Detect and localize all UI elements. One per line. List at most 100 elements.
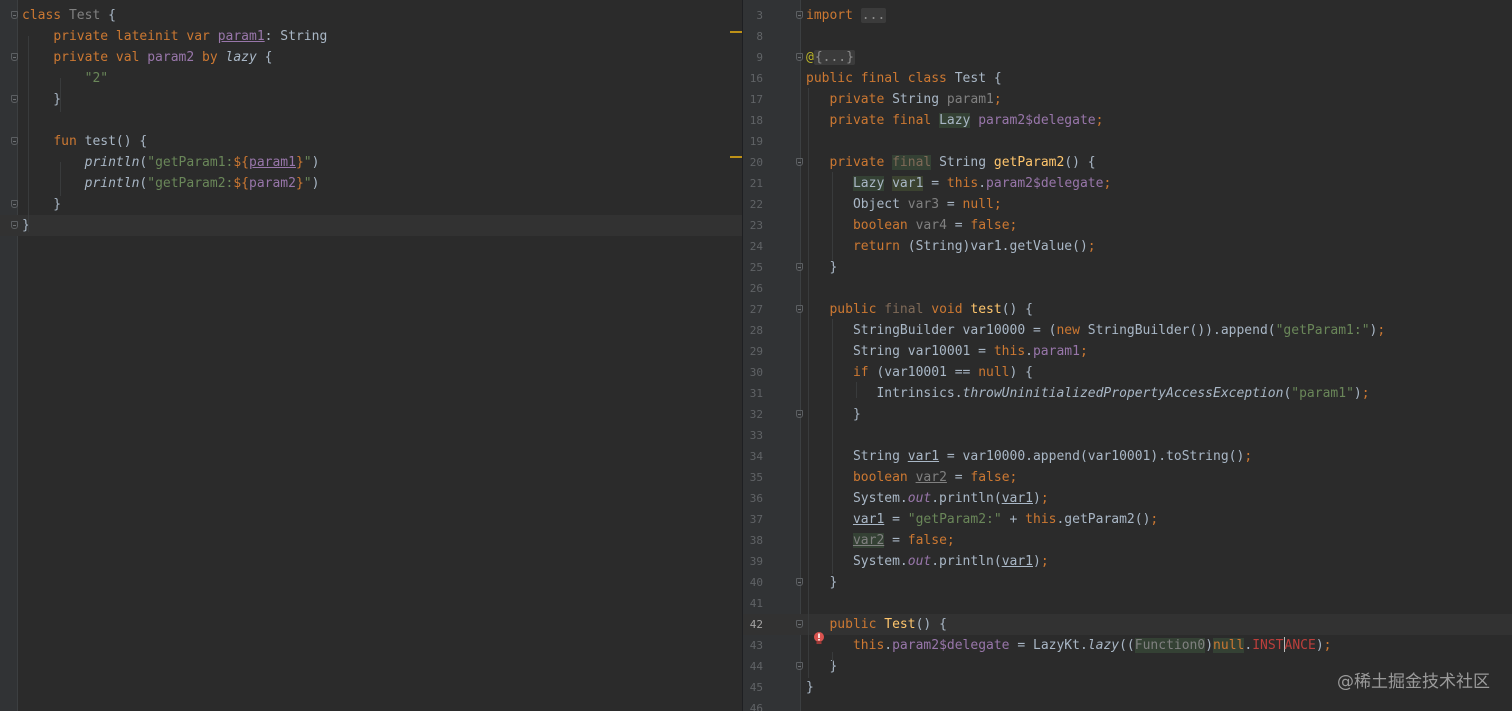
fold-toggle-icon[interactable] <box>796 263 803 271</box>
line-number[interactable]: 16 <box>743 68 763 89</box>
code-text[interactable]: Lazy var1 = this.param2$delegate; <box>806 173 1111 194</box>
code-line[interactable]: 3 import ... <box>743 5 1512 26</box>
code-line[interactable]: 31 Intrinsics.throwUninitializedProperty… <box>743 383 1512 404</box>
line-number[interactable]: 28 <box>743 320 763 341</box>
fold-toggle-icon[interactable] <box>11 11 18 19</box>
fold-toggle-icon[interactable] <box>796 620 803 628</box>
code-text[interactable]: Object var3 = null; <box>806 194 1002 215</box>
code-text[interactable]: "2" <box>22 68 108 89</box>
line-number[interactable]: 43 <box>743 635 763 656</box>
line-number[interactable]: 19 <box>743 131 763 152</box>
fold-toggle-icon[interactable] <box>796 305 803 313</box>
code-text[interactable]: } <box>806 257 837 278</box>
code-line[interactable]: "2" <box>0 68 743 89</box>
line-number[interactable]: 30 <box>743 362 763 383</box>
code-text[interactable]: System.out.println(var1); <box>806 551 1049 572</box>
line-number[interactable]: 25 <box>743 257 763 278</box>
code-text[interactable]: public Test() { <box>806 614 946 635</box>
code-line[interactable]: } <box>0 89 743 110</box>
line-number[interactable]: 22 <box>743 194 763 215</box>
line-number[interactable]: 26 <box>743 278 763 299</box>
code-text[interactable]: boolean var2 = false; <box>806 467 1017 488</box>
line-number[interactable]: 29 <box>743 341 763 362</box>
code-line[interactable]: 16 public final class Test { <box>743 68 1512 89</box>
line-number[interactable]: 21 <box>743 173 763 194</box>
kotlin-editor-pane[interactable]: class Test { private lateinit var param1… <box>0 0 743 711</box>
warning-marker[interactable] <box>730 156 742 158</box>
code-line[interactable]: 42 public Test() { <box>743 614 1512 635</box>
code-line[interactable]: 34 String var1 = var10000.append(var1000… <box>743 446 1512 467</box>
code-text[interactable]: return (String)var1.getValue(); <box>806 236 1096 257</box>
code-text[interactable]: private final String getParam2() { <box>806 152 1096 173</box>
line-number[interactable]: 18 <box>743 110 763 131</box>
code-line[interactable]: private lateinit var param1: String <box>0 26 743 47</box>
line-number[interactable]: 40 <box>743 572 763 593</box>
fold-toggle-icon[interactable] <box>796 53 803 61</box>
code-text[interactable]: fun test() { <box>22 131 147 152</box>
fold-toggle-icon[interactable] <box>796 410 803 418</box>
code-text[interactable]: Intrinsics.throwUninitializedPropertyAcc… <box>806 383 1369 404</box>
line-number[interactable]: 23 <box>743 215 763 236</box>
code-line[interactable]: 37 var1 = "getParam2:" + this.getParam2(… <box>743 509 1512 530</box>
code-text[interactable]: import ... <box>806 5 887 26</box>
code-text[interactable]: private val param2 by lazy { <box>22 47 272 68</box>
fold-toggle-icon[interactable] <box>796 158 803 166</box>
code-line[interactable]: 27 public final void test() { <box>743 299 1512 320</box>
line-number[interactable]: 24 <box>743 236 763 257</box>
code-line[interactable]: 43 this.param2$delegate = LazyKt.lazy((F… <box>743 635 1512 656</box>
line-number[interactable]: 46 <box>743 698 763 711</box>
code-line[interactable]: 22 Object var3 = null; <box>743 194 1512 215</box>
code-line[interactable]: 17 private String param1; <box>743 89 1512 110</box>
code-text[interactable]: println("getParam2:${param2}") <box>22 173 320 194</box>
line-number[interactable]: 39 <box>743 551 763 572</box>
code-line[interactable]: 9 @{...} <box>743 47 1512 68</box>
code-line[interactable]: 33 <box>743 425 1512 446</box>
line-number[interactable]: 9 <box>743 47 763 68</box>
fold-toggle-icon[interactable] <box>11 137 18 145</box>
code-text[interactable]: private final Lazy param2$delegate; <box>806 110 1103 131</box>
line-number[interactable]: 20 <box>743 152 763 173</box>
code-line[interactable]: class Test { <box>0 5 743 26</box>
line-number[interactable]: 17 <box>743 89 763 110</box>
code-line[interactable]: 26 <box>743 278 1512 299</box>
code-line[interactable]: } <box>0 215 743 236</box>
code-line[interactable]: 41 <box>743 593 1512 614</box>
code-line[interactable] <box>0 110 743 131</box>
code-text[interactable]: @{...} <box>806 47 855 68</box>
code-line[interactable]: 19 <box>743 131 1512 152</box>
line-number[interactable]: 35 <box>743 467 763 488</box>
code-text[interactable]: var2 = false; <box>806 530 955 551</box>
code-line[interactable]: 25 } <box>743 257 1512 278</box>
code-text[interactable]: this.param2$delegate = LazyKt.lazy((Func… <box>806 635 1331 656</box>
code-line[interactable]: fun test() { <box>0 131 743 152</box>
fold-toggle-icon[interactable] <box>11 200 18 208</box>
line-number[interactable]: 38 <box>743 530 763 551</box>
line-number[interactable]: 34 <box>743 446 763 467</box>
line-number[interactable]: 36 <box>743 488 763 509</box>
code-line[interactable]: 23 boolean var4 = false; <box>743 215 1512 236</box>
fold-toggle-icon[interactable] <box>796 662 803 670</box>
line-number[interactable]: 3 <box>743 5 763 26</box>
code-text[interactable]: StringBuilder var10000 = (new StringBuil… <box>806 320 1385 341</box>
java-decompiled-editor-pane[interactable]: 3 import ... 8 9 @{...} 16 public final class … <box>743 0 1512 711</box>
code-text[interactable]: public final class Test { <box>806 68 1002 89</box>
line-number[interactable]: 31 <box>743 383 763 404</box>
code-text[interactable]: String var1 = var10000.append(var10001).… <box>806 446 1252 467</box>
line-number[interactable]: 45 <box>743 677 763 698</box>
code-line[interactable]: 38 var2 = false; <box>743 530 1512 551</box>
code-line[interactable]: } <box>0 194 743 215</box>
code-line[interactable]: 18 private final Lazy param2$delegate; <box>743 110 1512 131</box>
code-line[interactable]: 46 <box>743 698 1512 711</box>
code-text[interactable]: println("getParam1:${param1}") <box>22 152 320 173</box>
code-text[interactable]: var1 = "getParam2:" + this.getParam2(); <box>806 509 1158 530</box>
fold-toggle-icon[interactable] <box>11 221 18 229</box>
line-number[interactable]: 27 <box>743 299 763 320</box>
code-text[interactable]: } <box>806 404 861 425</box>
code-text[interactable]: } <box>806 677 814 698</box>
code-text[interactable]: String var10001 = this.param1; <box>806 341 1088 362</box>
code-text[interactable]: boolean var4 = false; <box>806 215 1017 236</box>
code-line[interactable]: 36 System.out.println(var1); <box>743 488 1512 509</box>
code-line[interactable]: 29 String var10001 = this.param1; <box>743 341 1512 362</box>
code-line[interactable]: println("getParam2:${param2}") <box>0 173 743 194</box>
code-line[interactable]: 39 System.out.println(var1); <box>743 551 1512 572</box>
